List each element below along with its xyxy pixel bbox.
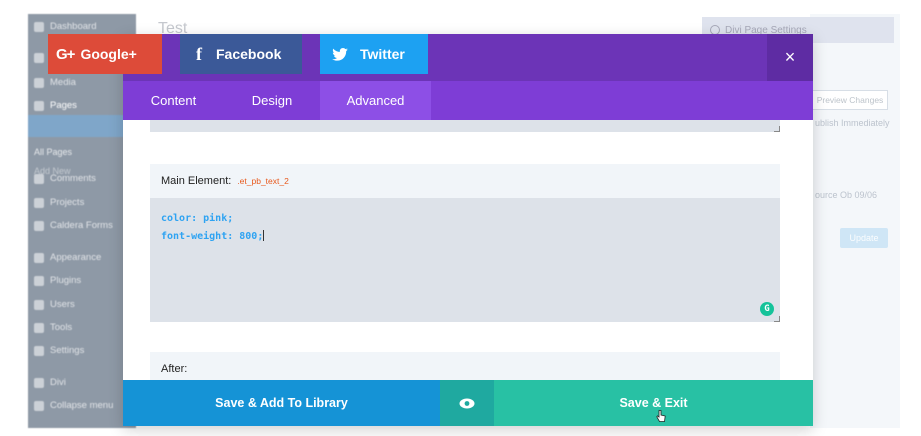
menu-icon (34, 197, 44, 208)
menu-icon (34, 173, 44, 184)
main-element-section: Main Element: .et_pb_text_2 color: pink;… (150, 164, 780, 322)
sidebar-item-label: Caldera Forms (50, 220, 113, 231)
sidebar-item-collapse-menu[interactable]: Collapse menu (34, 400, 113, 411)
sidebar-item-label: Tools (50, 322, 73, 333)
date-text: ource Ob 09/06 (815, 190, 878, 200)
preview-button[interactable] (440, 380, 494, 426)
menu-icon (34, 299, 44, 310)
previous-css-field[interactable] (150, 120, 780, 132)
eye-icon (459, 398, 475, 408)
grammarly-icon[interactable]: G (760, 302, 774, 316)
wp-right-panel (810, 14, 900, 428)
menu-icon (34, 345, 44, 356)
twitter-icon (332, 47, 348, 61)
modal-body: Main Element: .et_pb_text_2 color: pink;… (123, 120, 813, 380)
sidebar-item-divi[interactable]: Divi (34, 377, 66, 388)
sidebar-sub-all-pages[interactable]: All Pages (34, 147, 72, 157)
sidebar-item-label: Collapse menu (50, 400, 114, 411)
twitter-share-button[interactable]: Twitter (320, 34, 428, 74)
menu-icon (34, 52, 44, 63)
after-label-row: After: (150, 352, 780, 380)
sidebar-item-label: Media (50, 77, 76, 88)
divi-module-settings-modal: × Content Design Advanced Main Element: … (123, 34, 813, 426)
sidebar-item-label: Plugins (50, 275, 82, 286)
screen: All Pages Add New DashboardPostsMediaPag… (0, 0, 921, 436)
sidebar-item-label: Divi (50, 377, 66, 388)
sidebar-item-projects[interactable]: Projects (34, 197, 84, 208)
sidebar-item-settings[interactable]: Settings (34, 345, 84, 356)
google-plus-share-button[interactable]: G+ Google+ (48, 34, 162, 74)
main-element-selector: .et_pb_text_2 (237, 176, 289, 186)
after-label: After: (161, 363, 188, 375)
menu-icon (34, 275, 44, 286)
resize-handle-icon[interactable] (774, 126, 780, 132)
code-line-2: font-weight: 800; (161, 230, 265, 242)
sidebar-item-caldera-forms[interactable]: Caldera Forms (34, 220, 113, 231)
tab-content[interactable]: Content (123, 81, 224, 120)
menu-icon (34, 377, 44, 388)
sidebar-item-tools[interactable]: Tools (34, 322, 72, 333)
sidebar-item-plugins[interactable]: Plugins (34, 275, 81, 286)
sidebar-item-label: Projects (50, 197, 85, 208)
sidebar-item-users[interactable]: Users (34, 299, 75, 310)
sidebar-item-label: Pages (50, 100, 77, 111)
sidebar-item-comments[interactable]: Comments (34, 173, 96, 184)
sidebar-item-label: Comments (50, 173, 96, 184)
facebook-share-button[interactable]: f Facebook (180, 34, 302, 74)
google-plus-label: Google+ (80, 46, 137, 62)
main-element-css-editor[interactable]: color: pink; font-weight: 800; G (150, 198, 780, 322)
sidebar-item-pages[interactable]: Pages (34, 100, 77, 111)
sidebar-item-media[interactable]: Media (34, 77, 76, 88)
sidebar-current-highlight (28, 115, 136, 137)
modal-footer: Save & Add To Library Save & Exit (123, 380, 813, 426)
close-button[interactable]: × (767, 34, 813, 81)
sidebar-item-label: Appearance (50, 252, 102, 263)
menu-icon (34, 400, 44, 411)
sidebar-item-dashboard[interactable]: Dashboard (34, 21, 96, 32)
menu-icon (34, 100, 44, 111)
preview-changes-button[interactable]: Preview Changes (812, 90, 888, 110)
menu-icon (34, 252, 44, 263)
close-icon: × (784, 47, 796, 67)
save-add-to-library-button[interactable]: Save & Add To Library (123, 380, 440, 426)
facebook-label: Facebook (216, 46, 282, 62)
tab-advanced[interactable]: Advanced (320, 81, 431, 120)
menu-icon (34, 322, 44, 333)
sidebar-item-label: Dashboard (50, 21, 97, 32)
save-exit-label: Save & Exit (619, 396, 688, 410)
main-element-label-row: Main Element: .et_pb_text_2 (150, 164, 780, 198)
google-plus-icon: G+ (56, 45, 75, 63)
save-exit-button[interactable]: Save & Exit (494, 380, 813, 426)
menu-icon (34, 220, 44, 231)
sidebar-item-appearance[interactable]: Appearance (34, 252, 101, 263)
menu-icon (34, 77, 44, 88)
menu-icon (34, 21, 44, 32)
sidebar-item-label: Users (50, 299, 75, 310)
code-line-1: color: pink; (161, 213, 234, 224)
update-button[interactable]: Update (840, 228, 888, 248)
text-caret (263, 230, 265, 241)
sidebar-item-label: Settings (50, 345, 85, 356)
main-element-label: Main Element: (161, 175, 232, 187)
hand-cursor-icon (656, 410, 666, 422)
wp-admin-sidebar: All Pages Add New DashboardPostsMediaPag… (28, 14, 136, 428)
modal-tabs: Content Design Advanced (123, 81, 813, 120)
resize-handle-icon[interactable] (774, 316, 780, 322)
twitter-label: Twitter (360, 46, 405, 62)
after-section: After: (150, 352, 780, 380)
facebook-icon: f (196, 43, 202, 64)
tab-design[interactable]: Design (224, 81, 320, 120)
publish-text: ublish Immediately (815, 118, 890, 128)
